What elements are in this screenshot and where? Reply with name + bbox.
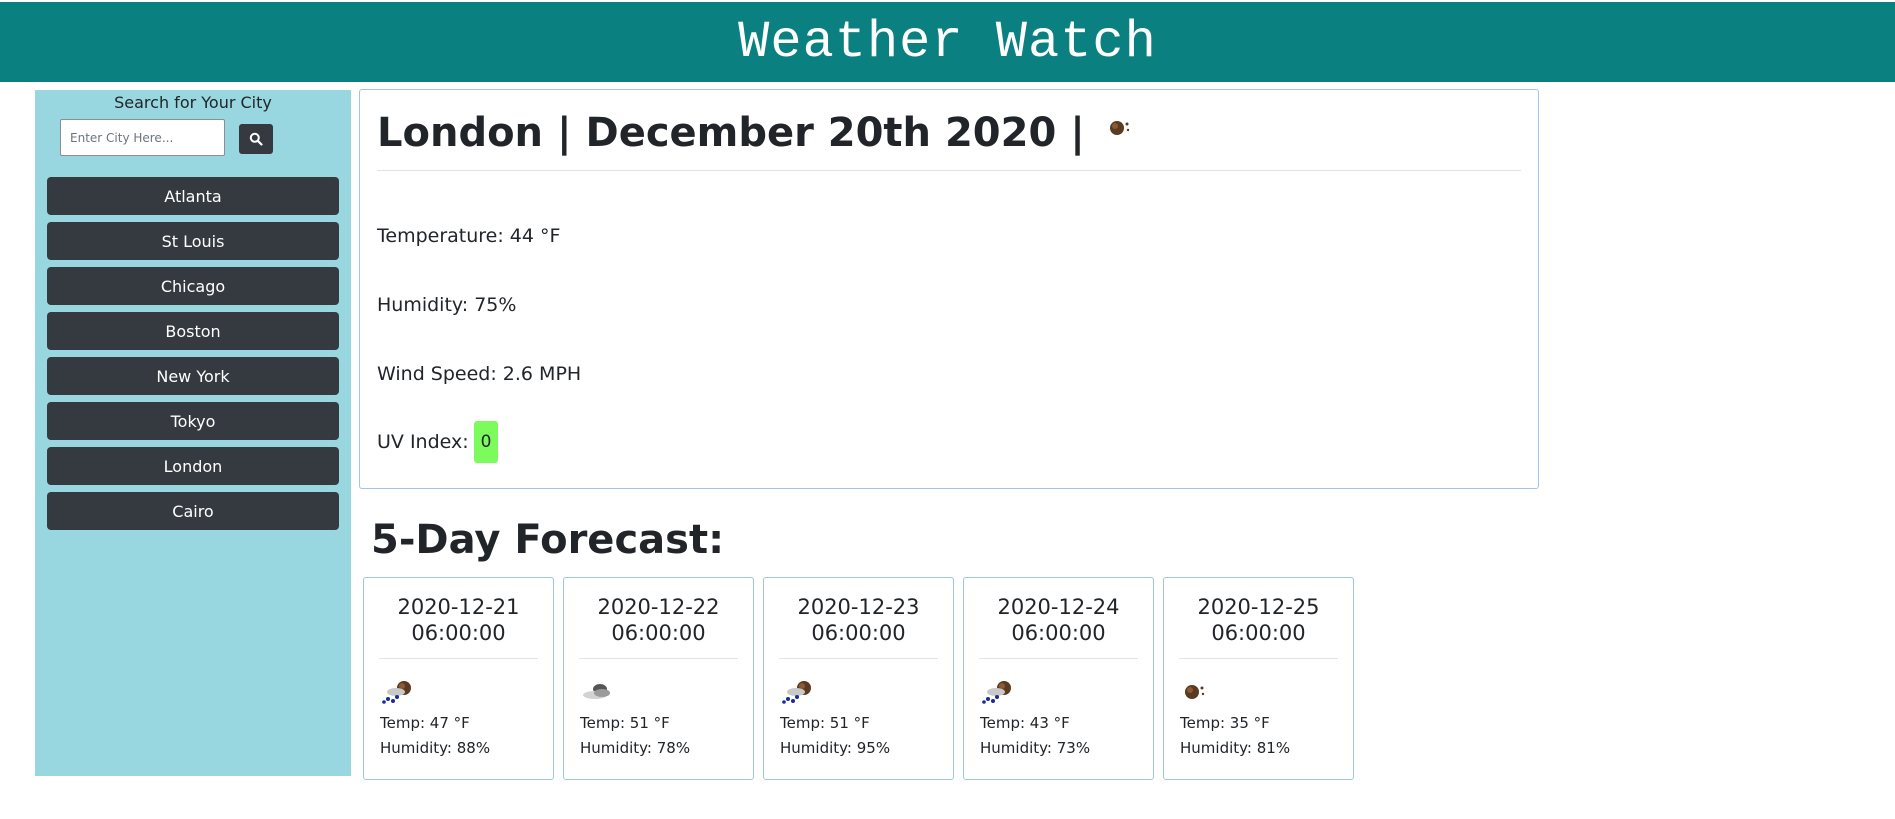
forecast-date-time: 06:00:00 — [1011, 621, 1106, 645]
forecast-humidity: Humidity: 73% — [980, 739, 1091, 757]
forecast-card: 2020-12-21 06:00:00 Temp: 47 °F Humidity… — [363, 577, 554, 780]
current-humidity: Humidity: 75% — [377, 294, 517, 316]
forecast-card: 2020-12-23 06:00:00 Temp: 51 °F Humidity… — [763, 577, 954, 780]
forecast-title: 5-Day Forecast: — [371, 517, 725, 563]
forecast-date-time: 06:00:00 — [611, 621, 706, 645]
rain-night-icon — [380, 679, 416, 709]
rain-night-icon — [980, 679, 1016, 709]
forecast-date-day: 2020-12-24 — [997, 595, 1120, 619]
city-button-cairo[interactable]: Cairo — [47, 492, 339, 530]
forecast-temp: Temp: 47 °F — [380, 714, 470, 732]
city-history-list: Atlanta St Louis Chicago Boston New York… — [47, 177, 339, 537]
forecast-humidity: Humidity: 78% — [580, 739, 691, 757]
current-uv-row: UV Index: 0 — [377, 421, 499, 463]
forecast-date-day: 2020-12-25 — [1197, 595, 1320, 619]
clear-night-icon — [1107, 116, 1133, 142]
current-wind-speed: Wind Speed: 2.6 MPH — [377, 363, 582, 385]
forecast-temp: Temp: 51 °F — [580, 714, 670, 732]
forecast-date: 2020-12-25 06:00:00 — [1179, 594, 1338, 659]
forecast-date-time: 06:00:00 — [1211, 621, 1306, 645]
forecast-date: 2020-12-23 06:00:00 — [779, 594, 938, 659]
uv-index-label: UV Index: — [377, 431, 469, 453]
city-button-london[interactable]: London — [47, 447, 339, 485]
forecast-date-time: 06:00:00 — [411, 621, 506, 645]
current-weather-card: London | December 20th 2020 | Temperatur… — [359, 89, 1539, 489]
city-button-chicago[interactable]: Chicago — [47, 267, 339, 305]
forecast-date-day: 2020-12-22 — [597, 595, 720, 619]
city-button-tokyo[interactable]: Tokyo — [47, 402, 339, 440]
forecast-temp: Temp: 35 °F — [1180, 714, 1270, 732]
clear-night-icon — [1180, 679, 1210, 707]
forecast-date-day: 2020-12-21 — [397, 595, 520, 619]
rain-night-icon — [780, 679, 816, 709]
cloud-icon — [580, 679, 616, 709]
search-button[interactable] — [239, 124, 273, 154]
forecast-card: 2020-12-25 06:00:00 Temp: 35 °F Humidity… — [1163, 577, 1354, 780]
forecast-humidity: Humidity: 81% — [1180, 739, 1291, 757]
app-header: Weather Watch — [0, 2, 1895, 82]
sidebar: Search for Your City Atlanta St Louis Ch… — [35, 90, 351, 776]
current-weather-header: London | December 20th 2020 | — [377, 108, 1521, 171]
current-city-date: London | December 20th 2020 | — [377, 110, 1085, 156]
forecast-temp: Temp: 51 °F — [780, 714, 870, 732]
forecast-date: 2020-12-21 06:00:00 — [379, 594, 538, 659]
city-button-boston[interactable]: Boston — [47, 312, 339, 350]
search-icon — [249, 132, 263, 146]
forecast-card: 2020-12-24 06:00:00 Temp: 43 °F Humidity… — [963, 577, 1154, 780]
forecast-date-time: 06:00:00 — [811, 621, 906, 645]
forecast-date: 2020-12-24 06:00:00 — [979, 594, 1138, 659]
search-label: Search for Your City — [114, 93, 272, 112]
uv-index-badge: 0 — [473, 421, 499, 463]
forecast-humidity: Humidity: 95% — [780, 739, 891, 757]
forecast-card: 2020-12-22 06:00:00 Temp: 51 °F Humidity… — [563, 577, 754, 780]
city-button-st-louis[interactable]: St Louis — [47, 222, 339, 260]
city-button-new-york[interactable]: New York — [47, 357, 339, 395]
forecast-date-day: 2020-12-23 — [797, 595, 920, 619]
current-temperature: Temperature: 44 °F — [377, 225, 561, 247]
forecast-temp: Temp: 43 °F — [980, 714, 1070, 732]
city-search-input[interactable] — [60, 119, 225, 156]
app-title: Weather Watch — [738, 12, 1157, 72]
city-button-atlanta[interactable]: Atlanta — [47, 177, 339, 215]
forecast-humidity: Humidity: 88% — [380, 739, 491, 757]
forecast-date: 2020-12-22 06:00:00 — [579, 594, 738, 659]
